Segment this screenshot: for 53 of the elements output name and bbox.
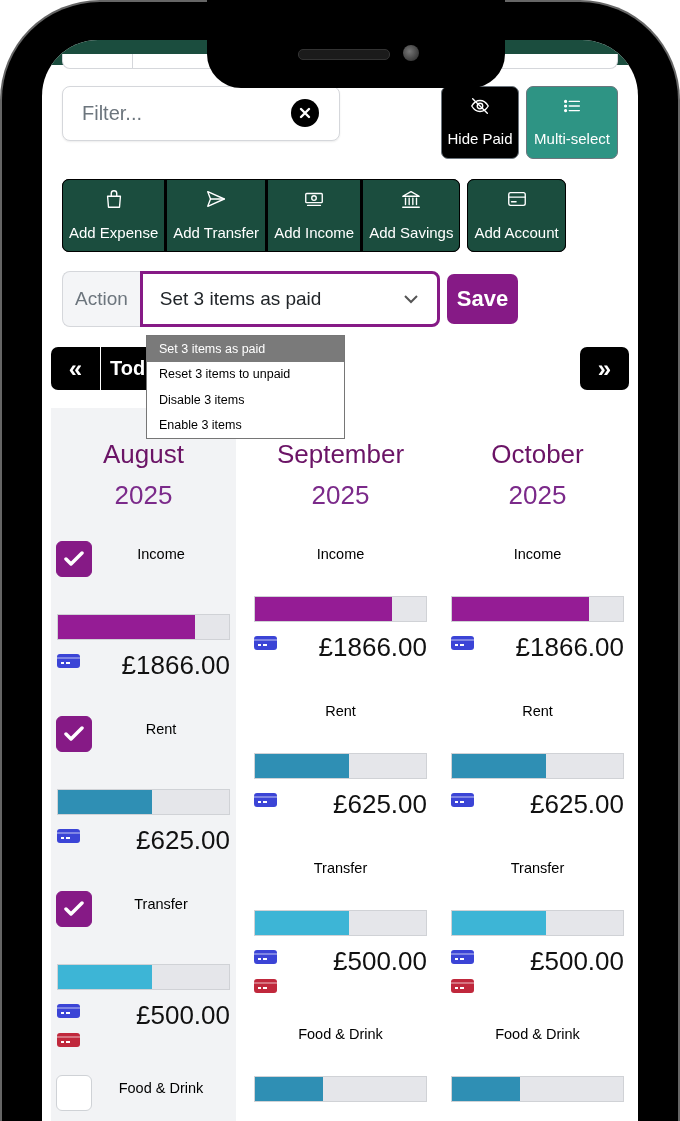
year-label: 2025 [310, 479, 371, 511]
multi-select-button[interactable]: Multi-select [526, 86, 618, 159]
amount: £500.00 [136, 1000, 230, 1031]
eye-slash-icon [469, 95, 491, 117]
amount: £1866.00 [318, 632, 427, 663]
item-name: Income [315, 545, 366, 562]
amount: £1866.00 [121, 650, 230, 681]
item-name: Income [512, 545, 563, 562]
amount: £1866.00 [515, 632, 624, 663]
item-name: Transfer [133, 895, 189, 912]
check-icon [64, 726, 84, 742]
year-label: 2025 [113, 479, 174, 511]
next-button[interactable]: » [580, 347, 629, 390]
checkbox[interactable] [56, 716, 92, 752]
add-button[interactable]: Add Savings [362, 179, 461, 252]
add-button[interactable]: Add Transfer [166, 179, 267, 252]
checkbox[interactable] [56, 891, 92, 927]
month-name: August [102, 441, 185, 467]
add-button[interactable]: Add Account [467, 179, 566, 252]
dropdown-option[interactable]: Set 3 items as paid [147, 336, 344, 362]
check-icon [64, 551, 84, 567]
month-name: September [275, 441, 406, 467]
send-icon [205, 188, 228, 210]
amount: £500.00 [333, 946, 427, 977]
previous-button[interactable]: « [51, 347, 100, 390]
item-name: Transfer [509, 859, 566, 876]
amount: £625.00 [136, 825, 230, 856]
add-button[interactable]: Add Expense [62, 179, 166, 252]
check-icon [64, 901, 84, 917]
chevron-down-icon [402, 294, 419, 304]
item-name: Rent [324, 702, 357, 719]
amount: £500.00 [530, 946, 624, 977]
dropdown-option[interactable]: Disable 3 items [147, 387, 344, 413]
item-name: Income [136, 545, 186, 562]
item-name: Transfer [312, 859, 369, 876]
action-label: Action [62, 271, 140, 327]
action-select[interactable]: Set 3 items as paid [139, 271, 440, 327]
item-name: Food & Drink [117, 1079, 205, 1096]
amount: £625.00 [530, 789, 624, 820]
item-name: Food & Drink [494, 1025, 581, 1042]
filter-field[interactable]: Filter... [62, 86, 340, 141]
amount: £625.00 [333, 789, 427, 820]
hide-paid-button[interactable]: Hide Paid [441, 86, 519, 159]
item-name: Rent [144, 720, 178, 737]
item-name: Rent [521, 702, 554, 719]
dropdown-option[interactable]: Enable 3 items [147, 412, 344, 438]
bank-icon [400, 188, 423, 210]
year-label: 2025 [507, 479, 568, 511]
save-button[interactable]: Save [446, 274, 519, 324]
item-name: Food & Drink [297, 1025, 384, 1042]
checkbox[interactable] [56, 541, 92, 577]
month-name: October [490, 441, 585, 467]
add-button[interactable]: Add Income [267, 179, 362, 252]
